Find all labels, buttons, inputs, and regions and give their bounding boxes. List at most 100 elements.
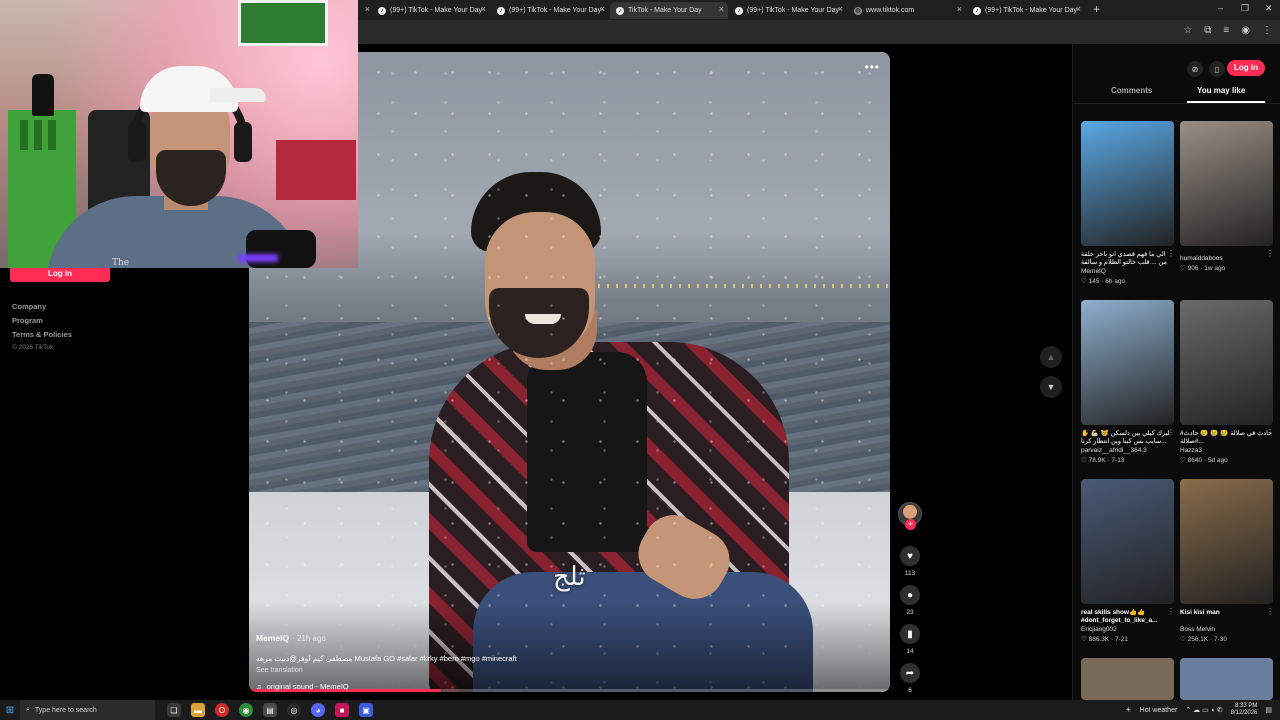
weather-text[interactable]: Hot weather bbox=[1140, 707, 1178, 714]
creator-avatar[interactable]: + bbox=[898, 502, 922, 530]
recommended-card[interactable]: Kisi kisi man Boss Melvin ♡ 256.1K · 7-3… bbox=[1180, 479, 1274, 643]
discord-icon[interactable]: ◕ bbox=[311, 703, 325, 717]
browser-tab[interactable]: ♪ (99+) TikTok - Make Your Day × bbox=[967, 2, 1085, 19]
tab-close-icon[interactable]: × bbox=[481, 4, 486, 14]
card-thumbnail[interactable] bbox=[1081, 121, 1174, 246]
app-icon[interactable]: ■ bbox=[335, 703, 349, 717]
taskbar-search-placeholder: Type here to search bbox=[34, 706, 97, 714]
browser-tab[interactable]: ♪ (99+) TikTok - Make Your Day × bbox=[491, 2, 609, 19]
save-button[interactable]: ▮ bbox=[900, 624, 920, 644]
system-tray: ☀ Hot weather ⌃ ☁ ▭ ◖ ✆ 8:33 PM 8/12/202… bbox=[1125, 700, 1272, 720]
browser-tab-active[interactable]: ♪ TikTok - Make Your Day × bbox=[610, 2, 728, 19]
recommended-card[interactable]: ليرك كيلي بين دلسكن 😿 💪🏻 ✋ ...سابب بس كب… bbox=[1081, 300, 1175, 464]
see-translation-link[interactable]: See translation bbox=[256, 667, 856, 674]
extensions-icon[interactable]: ⧉ bbox=[1204, 25, 1211, 36]
panel-login-button[interactable]: Log in bbox=[1227, 60, 1265, 76]
file-explorer-icon[interactable]: ▬ bbox=[191, 703, 205, 717]
new-tab-button[interactable]: + bbox=[1093, 2, 1100, 16]
shirt-text: The bbox=[112, 258, 130, 268]
bookmark-star-icon[interactable]: ☆ bbox=[1183, 25, 1192, 36]
card-menu-icon[interactable]: ⋮ bbox=[1266, 607, 1274, 616]
tray-icons[interactable]: ⌃ ☁ ▭ ◖ ✆ bbox=[1185, 706, 1222, 714]
media-icon[interactable]: ≡ bbox=[1223, 25, 1229, 36]
tiktok-favicon-icon: ♪ bbox=[497, 6, 505, 15]
opera-icon[interactable]: O bbox=[215, 703, 229, 717]
app-icon[interactable]: ▣ bbox=[359, 703, 373, 717]
tab-close-icon[interactable]: × bbox=[600, 4, 605, 14]
app-icon[interactable]: ▤ bbox=[263, 703, 277, 717]
compass-icon[interactable]: ⊘ bbox=[1187, 61, 1203, 77]
minimize-button[interactable]: – bbox=[1218, 3, 1223, 13]
tab-you-may-like[interactable]: You may like bbox=[1197, 86, 1245, 95]
card-menu-icon[interactable]: ⋮ bbox=[1266, 428, 1274, 437]
cap-brim bbox=[210, 88, 266, 102]
card-menu-icon[interactable]: ⋮ bbox=[1167, 249, 1175, 258]
recommended-card[interactable]: humaiddaboos ♡ 906 · 1w ago ⋮ bbox=[1180, 121, 1274, 272]
maximize-button[interactable]: ❐ bbox=[1241, 3, 1249, 14]
more-dots-icon[interactable]: ••• bbox=[864, 60, 880, 74]
link-program[interactable]: Program bbox=[12, 316, 72, 325]
comment-icon: ● bbox=[906, 589, 914, 601]
globe-icon: ◍ bbox=[854, 6, 862, 15]
tab-close-icon[interactable]: × bbox=[838, 4, 843, 14]
recommended-card[interactable] bbox=[1180, 658, 1274, 700]
card-menu-icon[interactable]: ⋮ bbox=[1167, 607, 1175, 616]
sound-link[interactable]: ♫ original sound - MemeIQ bbox=[256, 682, 856, 691]
comment-count: 23 bbox=[906, 609, 914, 616]
black-figurine bbox=[32, 74, 54, 116]
tab-close-icon[interactable]: × bbox=[957, 4, 962, 14]
tab-close-icon[interactable]: × bbox=[1076, 4, 1081, 14]
browser-tab[interactable]: ♪ (99+) TikTok - Make Your Day × bbox=[372, 2, 490, 19]
video-author[interactable]: MemeIQ bbox=[256, 633, 289, 643]
card-thumbnail[interactable] bbox=[1081, 479, 1174, 604]
card-user[interactable]: Boss Melvin bbox=[1180, 626, 1274, 633]
recommended-card[interactable]: الي ما فهم قصدي انو باخر حلقة من ... قلب… bbox=[1081, 121, 1175, 285]
chrome-icon[interactable]: ◉ bbox=[239, 703, 253, 717]
follow-plus-icon[interactable]: + bbox=[905, 519, 916, 530]
card-user[interactable]: humaiddaboos bbox=[1180, 255, 1274, 262]
windows-start-icon[interactable]: ⊞ bbox=[0, 700, 20, 720]
browser-tab[interactable]: ◍ www.tiktok.com × bbox=[848, 2, 966, 19]
notification-icon[interactable]: ▤ bbox=[1265, 706, 1272, 714]
obs-icon[interactable]: ◎ bbox=[287, 703, 301, 717]
browser-tab-close-partial[interactable]: × bbox=[356, 2, 372, 19]
card-thumbnail[interactable] bbox=[1180, 300, 1273, 425]
card-user[interactable]: Hazza3 bbox=[1180, 447, 1274, 454]
share-button[interactable]: ➦ bbox=[900, 663, 920, 683]
tab-close-icon[interactable]: × bbox=[365, 4, 370, 14]
microphone bbox=[246, 230, 316, 268]
card-menu-icon[interactable]: ⋮ bbox=[1167, 428, 1175, 437]
card-user[interactable]: parvaiz__afridi__364.3 bbox=[1081, 447, 1175, 454]
link-terms[interactable]: Terms & Policies bbox=[12, 330, 72, 339]
card-thumbnail[interactable] bbox=[1180, 658, 1273, 700]
video-time: · 21h ago bbox=[292, 634, 326, 643]
recommended-card[interactable]: حادث في صلالة 😢 😢 😢 حادث# صلالة#... Hazz… bbox=[1180, 300, 1274, 464]
wall-poster bbox=[238, 0, 328, 46]
phone-icon[interactable]: ▯ bbox=[1209, 61, 1225, 77]
card-thumbnail[interactable] bbox=[1081, 658, 1174, 700]
card-stats: ♡ 256.1K · 7-30 bbox=[1180, 636, 1228, 643]
taskbar-search[interactable]: ⌕ Type here to search bbox=[20, 700, 155, 720]
link-company[interactable]: Company bbox=[12, 302, 72, 311]
card-user[interactable]: Ericjiang002 bbox=[1081, 626, 1175, 633]
next-video-button[interactable]: ▼ bbox=[1040, 376, 1062, 398]
profile-icon[interactable]: ◉ bbox=[1241, 25, 1250, 36]
like-button[interactable]: ♥ bbox=[900, 546, 920, 566]
card-user[interactable]: MemeIQ bbox=[1081, 268, 1175, 275]
card-thumbnail[interactable] bbox=[1180, 479, 1273, 604]
menu-icon[interactable]: ⋮ bbox=[1262, 25, 1272, 36]
browser-tab[interactable]: ♪ (99+) TikTok - Make Your Day × bbox=[729, 2, 847, 19]
recommended-card[interactable] bbox=[1081, 658, 1175, 700]
comment-button[interactable]: ● bbox=[900, 585, 920, 605]
tab-close-icon[interactable]: × bbox=[719, 4, 724, 14]
card-thumbnail[interactable] bbox=[1180, 121, 1273, 246]
clock[interactable]: 8:33 PM 8/12/2026 bbox=[1231, 703, 1258, 717]
previous-video-button[interactable]: ▲ bbox=[1040, 346, 1062, 368]
task-view-icon[interactable]: ❏ bbox=[167, 703, 181, 717]
card-menu-icon[interactable]: ⋮ bbox=[1266, 249, 1274, 258]
card-thumbnail[interactable] bbox=[1081, 300, 1174, 425]
close-window-button[interactable]: ✕ bbox=[1265, 3, 1273, 14]
tab-comments[interactable]: Comments bbox=[1111, 86, 1152, 95]
sidebar-login-button[interactable]: Log in bbox=[10, 266, 110, 282]
recommended-card[interactable]: real skills show👍👍 #dont_forget_to_like_… bbox=[1081, 479, 1175, 643]
